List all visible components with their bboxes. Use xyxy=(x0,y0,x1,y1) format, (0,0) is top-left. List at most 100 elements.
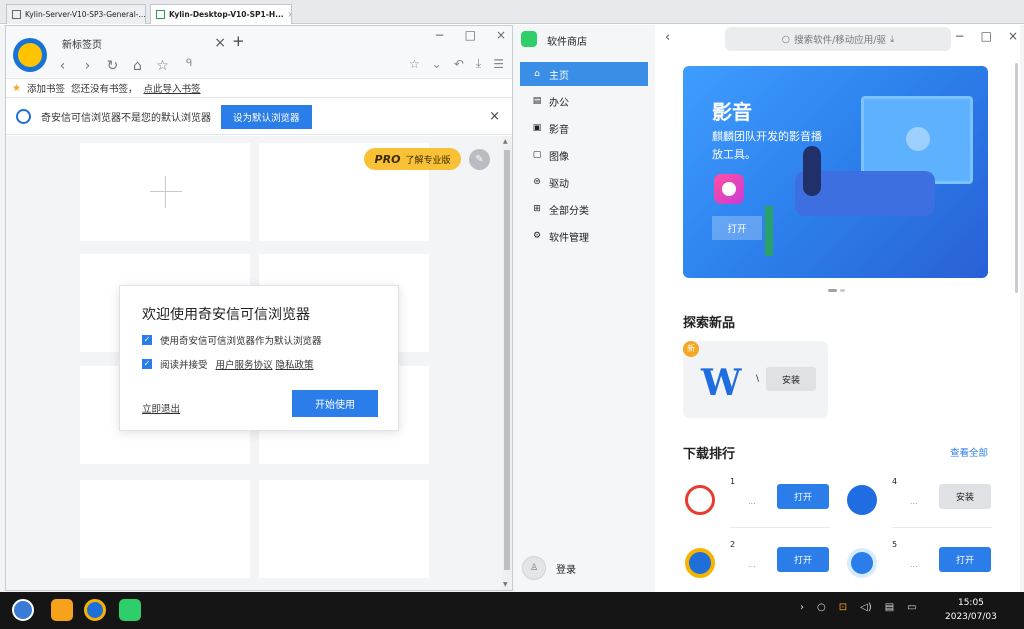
search-placeholder: 搜索软件/移动应用/驱 xyxy=(794,35,886,46)
volume-icon[interactable]: ◁) xyxy=(860,602,872,613)
browser-logo-icon[interactable] xyxy=(13,38,47,72)
rank-item[interactable]: 2 ... 打开 xyxy=(685,540,835,598)
pro-logo: PRO xyxy=(374,152,401,166)
undo-icon[interactable]: ↶ xyxy=(454,57,464,71)
privacy-policy-link[interactable]: 隐私政策 xyxy=(276,357,314,371)
home-icon[interactable]: ⌂ xyxy=(129,58,146,74)
sidebar-item-image[interactable]: ▢ 图像 xyxy=(520,143,648,167)
see-all-link[interactable]: 查看全部 xyxy=(950,445,988,459)
open-button[interactable]: 打开 xyxy=(777,484,829,509)
rank-item[interactable]: 5 ... 打开 xyxy=(847,540,997,598)
start-menu-icon[interactable] xyxy=(12,599,34,621)
edit-icon[interactable]: ✎ xyxy=(469,149,490,170)
address-search-icon[interactable]: ᑫ xyxy=(186,58,192,69)
scrollbar[interactable] xyxy=(1015,63,1018,293)
office-icon: ▤ xyxy=(532,96,542,106)
banner-description: 麒麟团队开发的影音播放工具。 xyxy=(712,130,822,161)
login-label: 登录 xyxy=(556,564,576,576)
software-store-window: 软件商店 ⌂ 主页 ▤ 办公 ▣ 影音 ▢ 图像 ⊜ 驱动 ⊞ 全部分类 ⚙ 软… xyxy=(513,25,1020,592)
scrollbar[interactable]: ▲ ▼ xyxy=(502,136,512,590)
close-icon[interactable]: × xyxy=(288,10,291,19)
shortcut-tile[interactable] xyxy=(80,480,250,578)
banner-open-button[interactable]: 打开 xyxy=(712,216,762,240)
maximize-icon[interactable]: □ xyxy=(981,29,992,43)
close-icon[interactable]: × xyxy=(214,35,226,51)
browser-toolbar: ☆ ⌄ ↶ ⤓ ☰ xyxy=(409,56,504,71)
add-shortcut-tile[interactable] xyxy=(80,143,250,241)
back-icon[interactable]: ‹ xyxy=(54,58,71,74)
open-button[interactable]: 打开 xyxy=(777,547,829,572)
scrollbar-thumb[interactable] xyxy=(504,150,510,570)
minimize-icon[interactable]: − xyxy=(435,28,445,42)
network-icon[interactable]: ⊡ xyxy=(839,602,847,613)
divider xyxy=(730,527,830,528)
scroll-down-icon[interactable]: ▼ xyxy=(503,581,508,588)
sidebar-item-media[interactable]: ▣ 影音 xyxy=(520,116,648,140)
notification-icon[interactable]: ▭ xyxy=(907,602,916,613)
close-icon[interactable]: × xyxy=(489,109,500,124)
store-sidebar: 软件商店 ⌂ 主页 ▤ 办公 ▣ 影音 ▢ 图像 ⊜ 驱动 ⊞ 全部分类 ⚙ 软… xyxy=(513,25,655,592)
search-icon[interactable]: ○ xyxy=(817,602,826,613)
download-icon[interactable]: ⤓ xyxy=(476,56,481,71)
user-agreement-link[interactable]: 用户服务协议 xyxy=(216,357,273,371)
file-manager-icon[interactable] xyxy=(51,599,73,621)
sidebar-item-office[interactable]: ▤ 办公 xyxy=(520,89,648,113)
close-icon[interactable]: × xyxy=(496,28,506,42)
search-input[interactable]: ○ 搜索软件/移动应用/驱 ⤓ xyxy=(725,27,951,51)
rank-item[interactable]: 4 ... 安装 xyxy=(847,477,997,535)
install-button[interactable]: 安装 xyxy=(766,367,816,391)
pro-upgrade-button[interactable]: PRO 了解专业版 xyxy=(364,148,461,170)
vm-tab-desktop[interactable]: Kylin-Desktop-V10-SP1-H... × xyxy=(150,4,292,24)
software-store-taskbar-icon[interactable] xyxy=(119,599,141,621)
browser-taskbar-icon[interactable] xyxy=(84,599,106,621)
tab-new-tab[interactable]: 新标签页 × xyxy=(54,31,234,55)
menu-icon[interactable]: ☰ xyxy=(493,57,504,71)
add-bookmark-link[interactable]: 添加书签 xyxy=(27,81,65,95)
login-button[interactable]: ♙ 登录 xyxy=(522,556,576,580)
banner-title: 影音 xyxy=(712,100,752,124)
sidebar-item-label: 全部分类 xyxy=(549,205,589,217)
image-icon: ▢ xyxy=(532,150,542,160)
sidebar-item-home[interactable]: ⌂ 主页 xyxy=(520,62,648,86)
import-bookmarks-link[interactable]: 点此导入书签 xyxy=(144,81,201,95)
maximize-icon[interactable]: □ xyxy=(465,28,476,42)
scroll-up-icon[interactable]: ▲ xyxy=(503,138,508,145)
welcome-dialog: 欢迎使用奇安信可信浏览器 ✓ 使用奇安信可信浏览器作为默认浏览器 ✓ 阅读并接受… xyxy=(119,285,399,431)
tray-expand-icon[interactable]: › xyxy=(800,602,804,613)
agreement-option: ✓ 阅读并接受 用户服务协议 隐私政策 xyxy=(142,357,314,371)
new-tab-button[interactable]: + xyxy=(232,32,245,50)
checkbox-default[interactable]: ✓ xyxy=(142,335,152,345)
window-controls: − □ × xyxy=(435,28,506,42)
rank-number: 2 xyxy=(730,540,736,549)
sidebar-item-software-management[interactable]: ⚙ 软件管理 xyxy=(520,224,648,248)
sidebar-item-all-categories[interactable]: ⊞ 全部分类 xyxy=(520,197,648,221)
clock[interactable]: 15:05 2023/07/03 xyxy=(945,596,997,624)
vm-running-icon xyxy=(156,10,165,19)
download-icon[interactable]: ⤓ xyxy=(890,34,894,45)
rank-item[interactable]: 1 ... 打开 xyxy=(685,477,835,535)
shortcut-tile[interactable] xyxy=(259,480,429,578)
featured-banner[interactable]: 影音 麒麟团队开发的影音播放工具。 打开 xyxy=(683,66,988,278)
reload-icon[interactable]: ↻ xyxy=(104,58,121,74)
vm-tab-server[interactable]: Kylin-Server-V10-SP3-General-... × xyxy=(6,4,146,24)
bookmark-star-icon[interactable]: ☆ xyxy=(409,57,420,71)
app-name: ... xyxy=(748,560,756,569)
install-button[interactable]: 安装 xyxy=(939,484,991,509)
checkbox-agreement[interactable]: ✓ xyxy=(142,359,152,369)
sidebar-item-driver[interactable]: ⊜ 驱动 xyxy=(520,170,648,194)
new-app-card[interactable]: 新 W \ 安装 xyxy=(683,341,828,418)
keyboard-icon[interactable]: ▤ xyxy=(885,602,894,613)
forward-icon[interactable]: › xyxy=(79,58,96,74)
carousel-indicator[interactable] xyxy=(828,289,845,292)
app-name: ... xyxy=(910,560,918,569)
set-default-button[interactable]: 设为默认浏览器 xyxy=(221,104,312,129)
close-icon[interactable]: × xyxy=(1008,29,1018,43)
chevron-down-icon[interactable]: ⌄ xyxy=(432,57,442,71)
minimize-icon[interactable]: − xyxy=(955,29,965,43)
start-button[interactable]: 开始使用 xyxy=(292,390,378,417)
favorite-icon[interactable]: ☆ xyxy=(154,58,171,74)
exit-link[interactable]: 立即退出 xyxy=(142,401,180,415)
back-icon[interactable]: ‹ xyxy=(665,30,670,45)
open-button[interactable]: 打开 xyxy=(939,547,991,572)
vm-icon xyxy=(12,10,21,19)
